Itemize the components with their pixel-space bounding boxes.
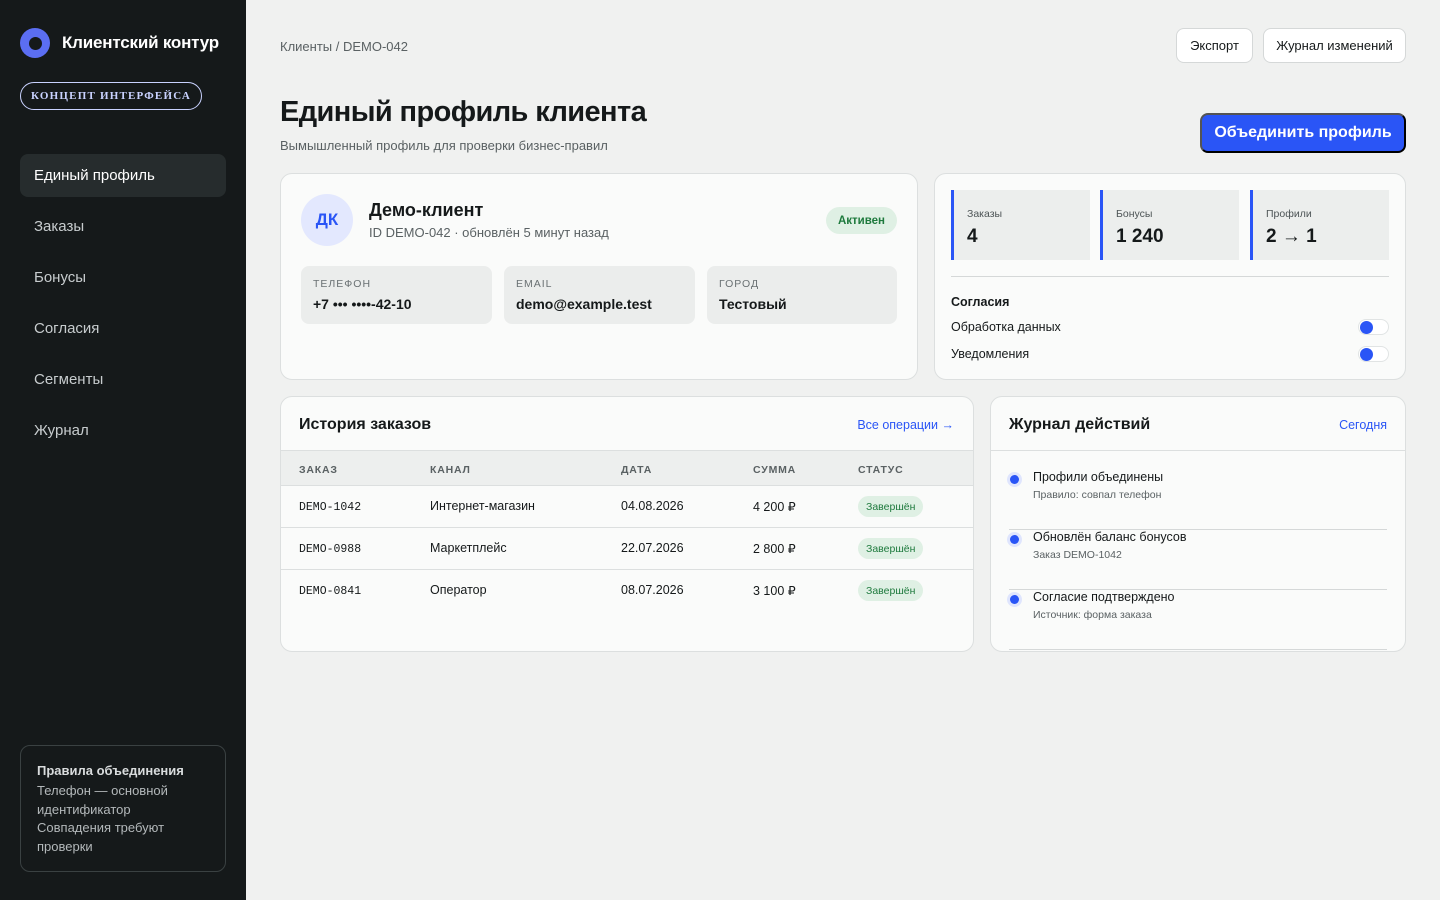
table-row[interactable]: DEMO-0988 Маркетплейс 22.07.2026 2 800 ₽… (281, 528, 973, 570)
activity-journal-card: Журнал действий Сегодня Профили объедине… (990, 396, 1406, 652)
journal-event: Согласие подтверждено Источник: форма за… (1009, 590, 1387, 650)
consent-label: Уведомления (951, 347, 1030, 361)
stats-card: Заказы 4 Бонусы 1 240 Профили 2 → 1 Согл… (934, 173, 1406, 380)
field-label: EMAIL (516, 278, 553, 290)
field-label: ГОРОД (719, 278, 760, 290)
today-filter-link[interactable]: Сегодня (1339, 418, 1387, 432)
stat-label: Заказы (967, 208, 1003, 220)
event-subtitle: Источник: форма заказа (1033, 609, 1152, 621)
merge-rule-line: Телефон — основной идентификатор (37, 783, 168, 817)
divider (951, 276, 1389, 277)
stat-bonuses: Бонусы 1 240 (1100, 190, 1239, 260)
city-field: ГОРОД Тестовый (707, 266, 897, 324)
order-id[interactable]: DEMO-0841 (299, 585, 361, 598)
consent-label: Обработка данных (951, 320, 1061, 334)
journal-event: Профили объединены Правило: совпал телеф… (1009, 470, 1387, 530)
consent-row-data-processing: Обработка данных (951, 319, 1389, 335)
event-title: Профили объединены (1033, 470, 1164, 484)
event-dot-icon (1010, 595, 1019, 604)
order-id[interactable]: DEMO-1042 (299, 501, 361, 514)
brand[interactable]: Клиентский контур (20, 28, 219, 58)
sidebar-item-consents[interactable]: Согласия (20, 307, 226, 350)
stat-value: 2 → 1 (1266, 226, 1317, 247)
sidebar-nav: Единый профиль Заказы Бонусы Согласия Се… (20, 154, 226, 460)
order-status-badge: Завершён (858, 496, 924, 517)
field-value: Тестовый (719, 296, 787, 312)
order-date: 04.08.2026 (621, 499, 684, 513)
client-profile-card: ДК Демо-клиент ID DEMO-042 · обновлён 5 … (280, 173, 918, 380)
status-badge: Активен (825, 207, 897, 234)
event-title: Обновлён баланс бонусов (1033, 530, 1187, 544)
all-operations-link[interactable]: Все операции → (857, 418, 954, 432)
data-processing-toggle[interactable] (1358, 319, 1389, 335)
sidebar-item-bonuses[interactable]: Бонусы (20, 256, 226, 299)
phone-field: ТЕЛЕФОН +7 ••• ••••-42-10 (301, 266, 492, 324)
change-log-button[interactable]: Журнал изменений (1263, 28, 1406, 63)
event-dot-icon (1010, 535, 1019, 544)
order-date: 22.07.2026 (621, 541, 684, 555)
sidebar-item-segments[interactable]: Сегменты (20, 358, 226, 401)
table-row[interactable]: DEMO-0841 Оператор 08.07.2026 3 100 ₽ За… (281, 570, 973, 612)
merge-rule-line: Совпадения требуют проверки (37, 820, 165, 854)
field-value: +7 ••• ••••-42-10 (313, 296, 412, 312)
order-history-card: История заказов Все операции → ЗАКАЗ КАН… (280, 396, 974, 652)
order-channel: Оператор (430, 583, 487, 597)
order-status-badge: Завершён (858, 538, 924, 559)
order-date: 08.07.2026 (621, 583, 684, 597)
merge-rules-box: Правила объединения Телефон — основной и… (20, 745, 226, 872)
field-value: demo@example.test (516, 296, 652, 312)
order-id[interactable]: DEMO-0988 (299, 543, 361, 556)
sidebar-item-unified-profile[interactable]: Единый профиль (20, 154, 226, 197)
order-amount: 2 800 ₽ (753, 542, 796, 556)
stat-profiles: Профили 2 → 1 (1250, 190, 1389, 260)
merge-rules-title: Правила объединения (37, 763, 184, 778)
consent-row-notifications: Уведомления (951, 346, 1389, 362)
event-dot-icon (1010, 475, 1019, 484)
table-row[interactable]: DEMO-1042 Интернет-магазин 04.08.2026 4 … (281, 486, 973, 528)
activity-journal-title: Журнал действий (1009, 416, 1151, 433)
column-header-channel[interactable]: КАНАЛ (430, 464, 471, 476)
divider (991, 450, 1405, 451)
stat-value: 1 240 (1116, 226, 1164, 247)
merge-profile-button[interactable]: Объединить профиль (1200, 113, 1406, 153)
column-header-order[interactable]: ЗАКАЗ (299, 464, 338, 476)
avatar: ДК (301, 194, 353, 246)
stat-orders: Заказы 4 (951, 190, 1090, 260)
event-title: Согласие подтверждено (1033, 590, 1175, 604)
column-header-amount[interactable]: СУММА (753, 464, 796, 476)
email-field: EMAIL demo@example.test (504, 266, 695, 324)
consents-title: Согласия (951, 295, 1010, 309)
export-button[interactable]: Экспорт (1176, 28, 1253, 63)
stat-label: Профили (1266, 208, 1312, 220)
client-name: Демо-клиент (369, 200, 484, 220)
journal-event: Обновлён баланс бонусов Заказ DEMO-1042 (1009, 530, 1387, 590)
brand-name: Клиентский контур (62, 33, 219, 52)
order-amount: 3 100 ₽ (753, 584, 796, 598)
stat-label: Бонусы (1116, 208, 1153, 220)
order-amount: 4 200 ₽ (753, 500, 796, 514)
sidebar-item-orders[interactable]: Заказы (20, 205, 226, 248)
brand-logo-icon (20, 28, 50, 58)
order-channel: Маркетплейс (430, 541, 507, 555)
order-status-badge: Завершён (858, 580, 924, 601)
stat-value: 4 (967, 226, 978, 247)
event-subtitle: Заказ DEMO-1042 (1033, 549, 1122, 561)
page-title: Единый профиль клиента (280, 96, 647, 128)
column-header-date[interactable]: ДАТА (621, 464, 652, 476)
page-subtitle: Вымышленный профиль для проверки бизнес-… (280, 138, 608, 153)
field-label: ТЕЛЕФОН (313, 278, 372, 290)
order-history-title: История заказов (299, 416, 432, 433)
client-meta: ID DEMO-042 · обновлён 5 минут назад (369, 225, 609, 240)
breadcrumb[interactable]: Клиенты / DEMO-042 (280, 39, 408, 54)
column-header-status[interactable]: СТАТУС (858, 464, 903, 476)
concept-badge: КОНЦЕПТ ИНТЕРФЕЙСА (20, 82, 202, 110)
sidebar-item-journal[interactable]: Журнал (20, 409, 226, 452)
order-channel: Интернет-магазин (430, 499, 535, 513)
event-subtitle: Правило: совпал телефон (1033, 489, 1162, 501)
table-header: ЗАКАЗ КАНАЛ ДАТА СУММА СТАТУС (281, 450, 973, 486)
sidebar: Клиентский контур КОНЦЕПТ ИНТЕРФЕЙСА Еди… (0, 0, 246, 900)
notifications-toggle[interactable] (1358, 346, 1389, 362)
